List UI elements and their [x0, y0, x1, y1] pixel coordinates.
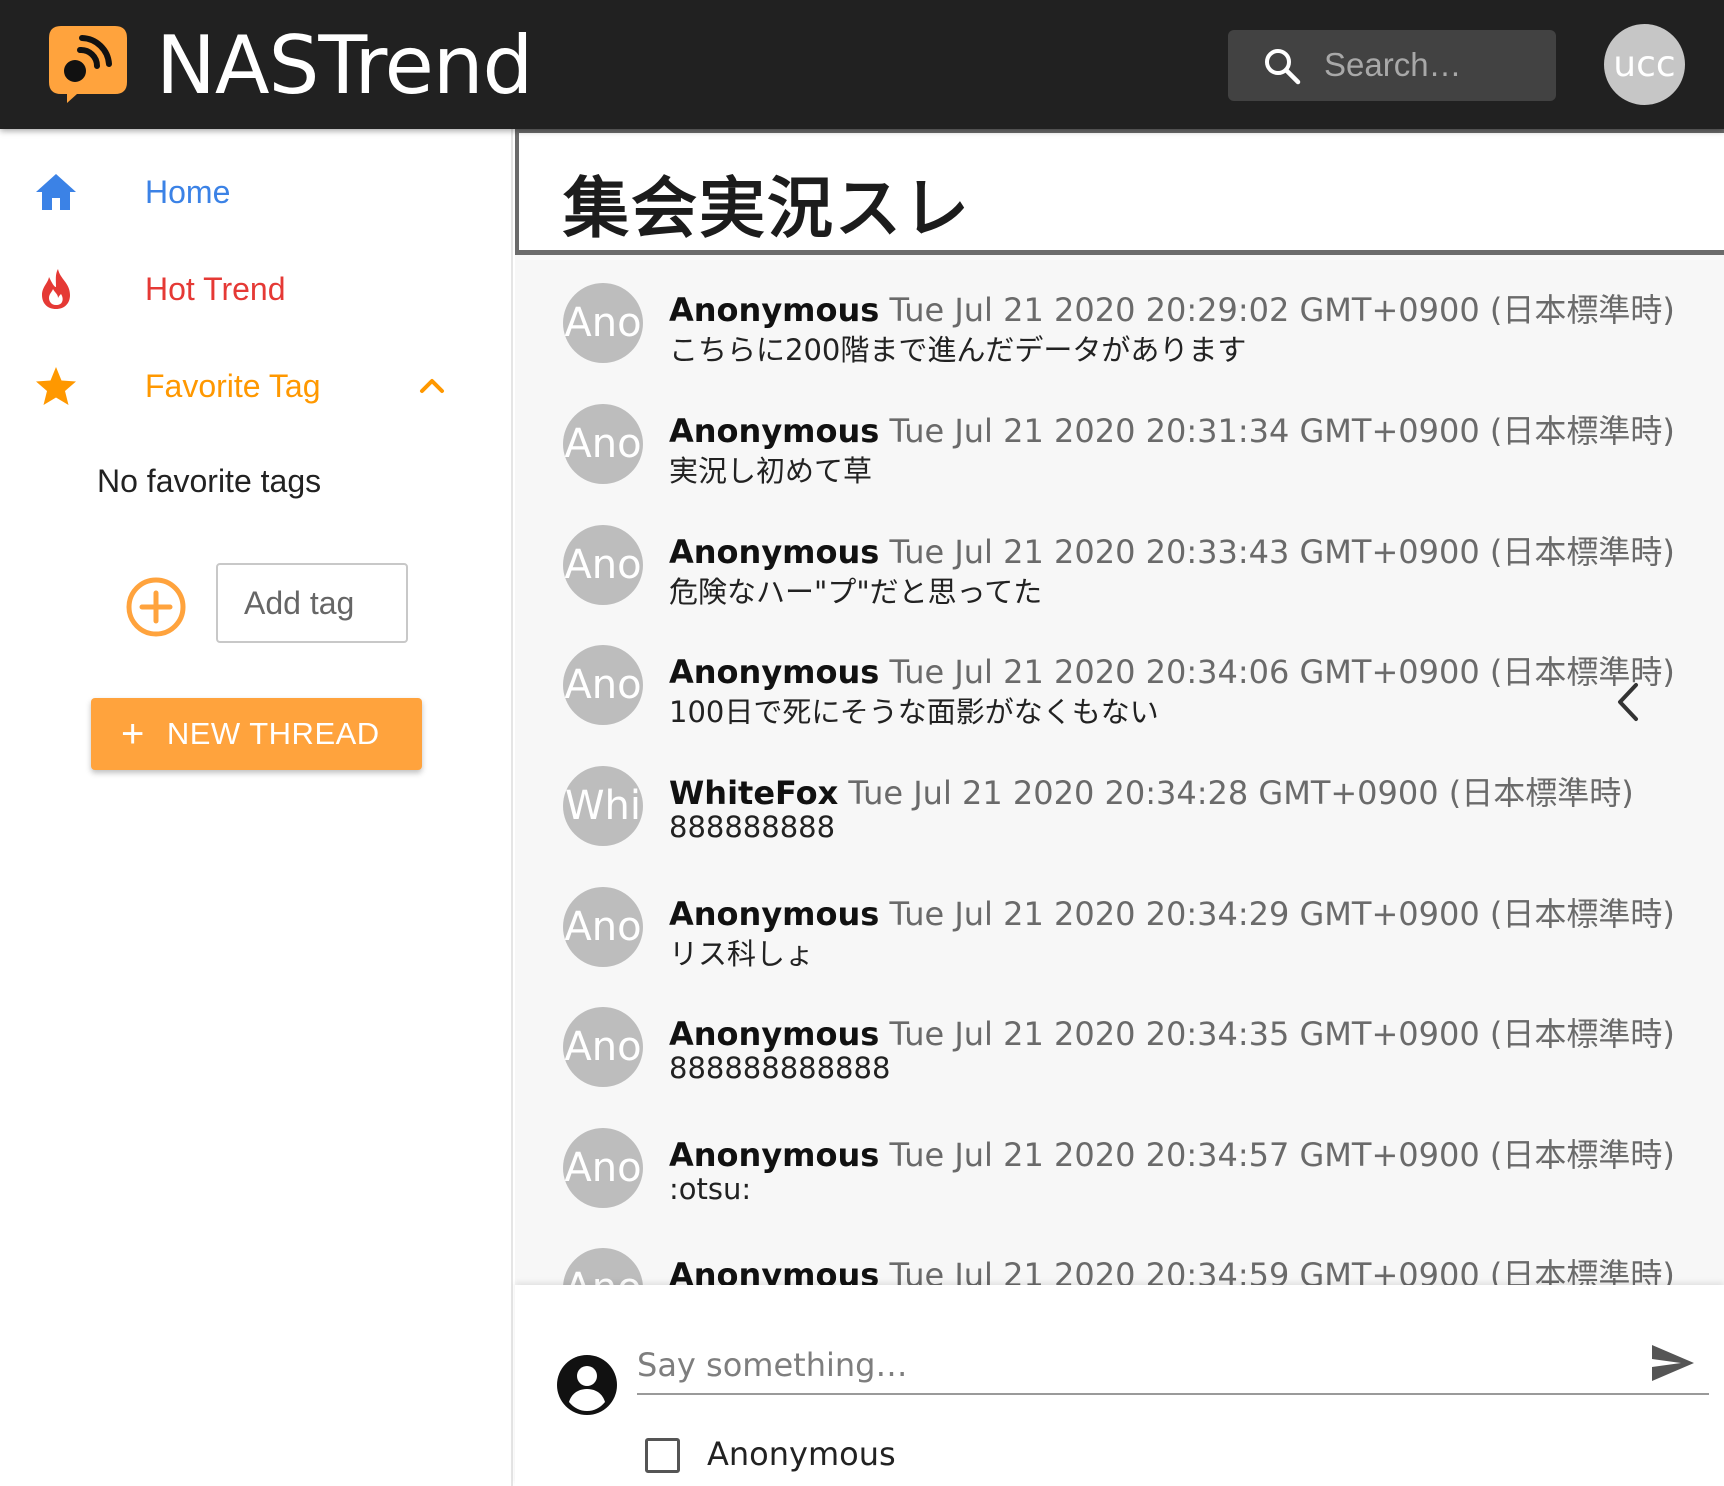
search-input[interactable]	[1324, 42, 1544, 88]
message-item: Ano Anonymous Tue Jul 21 2020 20:33:43 G…	[515, 511, 1724, 631]
message-text: こちらに200階まで進んだデータがあります	[669, 333, 1247, 367]
message-header: Anonymous Tue Jul 21 2020 20:33:43 GMT+0…	[669, 527, 1675, 573]
message-header: Anonymous Tue Jul 21 2020 20:34:57 GMT+0…	[669, 1130, 1675, 1176]
message-author: Anonymous	[669, 1015, 880, 1053]
message-avatar: Ano	[563, 1007, 643, 1087]
message-header: Anonymous Tue Jul 21 2020 20:34:59 GMT+0…	[669, 1250, 1675, 1285]
message-header: WhiteFox Tue Jul 21 2020 20:34:28 GMT+09…	[669, 768, 1634, 814]
message-timestamp: Tue Jul 21 2020 20:29:02 GMT+0900 (日本標準時…	[889, 291, 1675, 329]
message-avatar: Ano	[563, 887, 643, 967]
sidebar-item-label: Home	[145, 173, 231, 210]
sidebar-item-hot-trend[interactable]: Hot Trend	[0, 249, 513, 329]
new-thread-label: NEW THREAD	[166, 716, 380, 751]
message-text: :otsu:	[669, 1172, 752, 1206]
message-timestamp: Tue Jul 21 2020 20:34:57 GMT+0900 (日本標準時…	[889, 1136, 1675, 1174]
app-root: NASTrend ucc Home Hot Trend	[0, 0, 1724, 1486]
home-icon	[36, 174, 76, 210]
message-timestamp: Tue Jul 21 2020 20:34:06 GMT+0900 (日本標準時…	[889, 653, 1675, 691]
thread-panel: 集会実況スレ Ano Anonymous Tue Jul 21 2020 20:…	[515, 129, 1724, 1486]
message-author: Anonymous	[669, 895, 880, 933]
chevron-left-icon[interactable]	[1608, 677, 1648, 727]
sidebar-item-label: Favorite Tag	[145, 367, 321, 404]
message-header: Anonymous Tue Jul 21 2020 20:34:06 GMT+0…	[669, 647, 1675, 693]
message-author: Anonymous	[669, 1136, 880, 1174]
sidebar-item-home[interactable]: Home	[0, 152, 513, 232]
message-timestamp: Tue Jul 21 2020 20:34:29 GMT+0900 (日本標準時…	[889, 895, 1675, 933]
message-header: Anonymous Tue Jul 21 2020 20:31:34 GMT+0…	[669, 406, 1675, 452]
add-tag-input[interactable]	[216, 563, 408, 643]
thread-header: 集会実況スレ	[515, 129, 1724, 255]
message-item: Ano Anonymous Tue Jul 21 2020 20:34:59 G…	[515, 1234, 1724, 1285]
star-icon	[36, 367, 76, 405]
message-text: 888888888888	[669, 1051, 891, 1085]
new-thread-button[interactable]: + NEW THREAD	[91, 698, 422, 770]
fire-icon	[42, 269, 70, 309]
message-timestamp: Tue Jul 21 2020 20:33:43 GMT+0900 (日本標準時…	[889, 533, 1675, 571]
message-item: Whi WhiteFox Tue Jul 21 2020 20:34:28 GM…	[515, 752, 1724, 872]
message-header: Anonymous Tue Jul 21 2020 20:29:02 GMT+0…	[669, 285, 1675, 331]
message-avatar: Ano	[563, 404, 643, 484]
message-avatar: Ano	[563, 1128, 643, 1208]
message-text: 実況し初めて草	[669, 454, 873, 488]
top-app-bar: NASTrend ucc	[0, 0, 1724, 129]
message-author: Anonymous	[669, 412, 880, 450]
message-text: 888888888	[669, 810, 836, 844]
message-item: Ano Anonymous Tue Jul 21 2020 20:34:57 G…	[515, 1114, 1724, 1234]
message-text: 危険なハー"プ"だと思ってた	[669, 575, 1043, 609]
account-circle-icon	[557, 1355, 617, 1415]
add-circle-icon[interactable]	[124, 575, 188, 639]
message-author: Anonymous	[669, 1256, 880, 1285]
user-avatar[interactable]: ucc	[1604, 24, 1685, 105]
message-avatar: Ano	[563, 525, 643, 605]
message-header: Anonymous Tue Jul 21 2020 20:34:29 GMT+0…	[669, 889, 1675, 935]
message-timestamp: Tue Jul 21 2020 20:31:34 GMT+0900 (日本標準時…	[889, 412, 1675, 450]
sidebar: Home Hot Trend Favorite Tag No favorite …	[0, 129, 513, 1486]
message-author: Anonymous	[669, 533, 880, 571]
message-timestamp: Tue Jul 21 2020 20:34:59 GMT+0900 (日本標準時…	[889, 1256, 1675, 1285]
sidebar-item-label: Hot Trend	[145, 270, 286, 307]
message-item: Ano Anonymous Tue Jul 21 2020 20:31:34 G…	[515, 390, 1724, 510]
thread-title: 集会実況スレ	[563, 170, 971, 247]
message-item: Ano Anonymous Tue Jul 21 2020 20:34:06 G…	[515, 631, 1724, 751]
message-composer: Anonymous	[515, 1285, 1724, 1486]
search-icon	[1265, 49, 1301, 85]
message-avatar: Ano	[563, 1248, 643, 1285]
message-item: Ano Anonymous Tue Jul 21 2020 20:34:35 G…	[515, 993, 1724, 1113]
message-avatar: Ano	[563, 283, 643, 363]
message-timestamp: Tue Jul 21 2020 20:34:28 GMT+0900 (日本標準時…	[848, 774, 1634, 812]
message-avatar: Ano	[563, 645, 643, 725]
message-item: Ano Anonymous Tue Jul 21 2020 20:29:02 G…	[515, 269, 1724, 389]
message-timestamp: Tue Jul 21 2020 20:34:35 GMT+0900 (日本標準時…	[889, 1015, 1675, 1053]
message-header: Anonymous Tue Jul 21 2020 20:34:35 GMT+0…	[669, 1009, 1675, 1055]
app-title[interactable]: NASTrend	[156, 18, 533, 114]
no-favorite-tags-text: No favorite tags	[97, 463, 322, 499]
message-list[interactable]: Ano Anonymous Tue Jul 21 2020 20:29:02 G…	[515, 255, 1724, 1285]
anonymous-label: Anonymous	[707, 1435, 896, 1473]
plus-icon: +	[121, 712, 145, 756]
sidebar-item-favorite-tag[interactable]: Favorite Tag	[0, 346, 513, 426]
message-item: Ano Anonymous Tue Jul 21 2020 20:34:29 G…	[515, 873, 1724, 993]
anonymous-checkbox[interactable]	[645, 1438, 680, 1473]
message-text: 100日で死にそうな面影がなくもない	[669, 695, 1159, 729]
message-author: Anonymous	[669, 653, 880, 691]
message-author: WhiteFox	[669, 774, 839, 812]
message-text: リス科しょ	[669, 937, 815, 971]
logo-icon[interactable]	[47, 24, 129, 104]
chevron-up-icon[interactable]	[414, 368, 450, 404]
search-box[interactable]	[1228, 30, 1556, 101]
message-avatar: Whi	[563, 766, 643, 846]
message-input[interactable]	[637, 1337, 1709, 1395]
send-icon[interactable]	[1649, 1339, 1697, 1387]
message-author: Anonymous	[669, 291, 880, 329]
